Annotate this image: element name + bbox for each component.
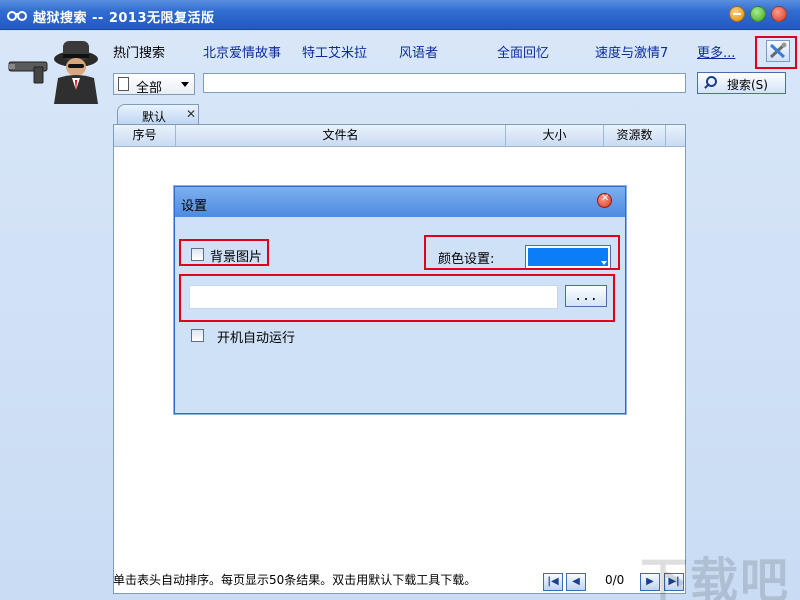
color-swatch: [528, 248, 608, 266]
column-header-sources[interactable]: 资源数: [604, 125, 666, 147]
close-icon[interactable]: ✕: [186, 107, 196, 121]
page-indicator: 0/0: [605, 573, 625, 587]
tab-default[interactable]: 默认 ✕: [117, 104, 199, 125]
tab-label: 默认: [142, 110, 167, 124]
window-title: 越狱搜索 -- 2013无限复活版: [33, 11, 215, 26]
handcuffs-icon: [7, 11, 27, 21]
color-picker[interactable]: [525, 245, 611, 269]
minimize-button[interactable]: [729, 6, 745, 22]
document-icon: [118, 77, 129, 91]
settings-button[interactable]: [766, 40, 790, 62]
hot-link-2[interactable]: 特工艾米拉: [302, 42, 367, 61]
dialog-title: 设置: [181, 199, 208, 214]
prev-page-button[interactable]: ◀: [566, 573, 586, 591]
first-page-icon: |◀: [547, 576, 559, 587]
dialog-close-button[interactable]: ✕: [597, 193, 612, 208]
browse-button[interactable]: ...: [565, 285, 607, 307]
maximize-button[interactable]: [750, 6, 766, 22]
search-button[interactable]: 搜索(S): [697, 72, 786, 94]
more-link[interactable]: 更多...: [697, 42, 735, 61]
watermark: 下载吧: [640, 553, 791, 600]
first-page-button[interactable]: |◀: [543, 573, 563, 591]
background-image-checkbox[interactable]: [191, 248, 204, 261]
close-button[interactable]: [771, 6, 787, 22]
scope-select[interactable]: 全部: [113, 73, 195, 96]
column-header-index[interactable]: 序号: [114, 125, 176, 147]
autostart-checkbox[interactable]: [191, 329, 204, 342]
background-image-label: 背景图片: [210, 250, 263, 265]
status-hint: 单击表头自动排序。每页显示50条结果。双击用默认下载工具下载。: [113, 573, 477, 587]
settings-dialog: 设置 ✕ 背景图片 颜色设置: ... 开机自动运行: [174, 186, 626, 414]
scope-value: 全部: [136, 81, 163, 96]
hot-search-label: 热门搜索: [113, 46, 166, 61]
search-input[interactable]: [203, 73, 686, 93]
table-header: 序号 文件名 大小 资源数: [114, 125, 685, 147]
prev-page-icon: ◀: [572, 576, 580, 587]
hot-link-5[interactable]: 速度与激情7: [595, 42, 668, 61]
autostart-label: 开机自动运行: [217, 331, 296, 346]
close-icon: ✕: [601, 193, 610, 204]
hot-link-1[interactable]: 北京爱情故事: [203, 42, 281, 61]
column-header-size[interactable]: 大小: [506, 125, 604, 147]
color-setting-label: 颜色设置:: [438, 252, 495, 267]
chevron-down-icon: [181, 82, 189, 87]
column-header-filename[interactable]: 文件名: [176, 125, 506, 147]
hot-link-3[interactable]: 风语者: [399, 42, 438, 61]
tools-icon: [769, 42, 787, 59]
hot-link-4[interactable]: 全面回忆: [497, 42, 549, 61]
spy-logo-icon: [8, 41, 98, 104]
title-bar: 越狱搜索 -- 2013无限复活版: [0, 0, 800, 30]
chevron-down-icon: [601, 261, 607, 265]
dialog-title-bar: 设置 ✕: [175, 187, 625, 217]
background-path-input[interactable]: [189, 285, 558, 309]
search-button-label: 搜索(S): [727, 78, 768, 92]
